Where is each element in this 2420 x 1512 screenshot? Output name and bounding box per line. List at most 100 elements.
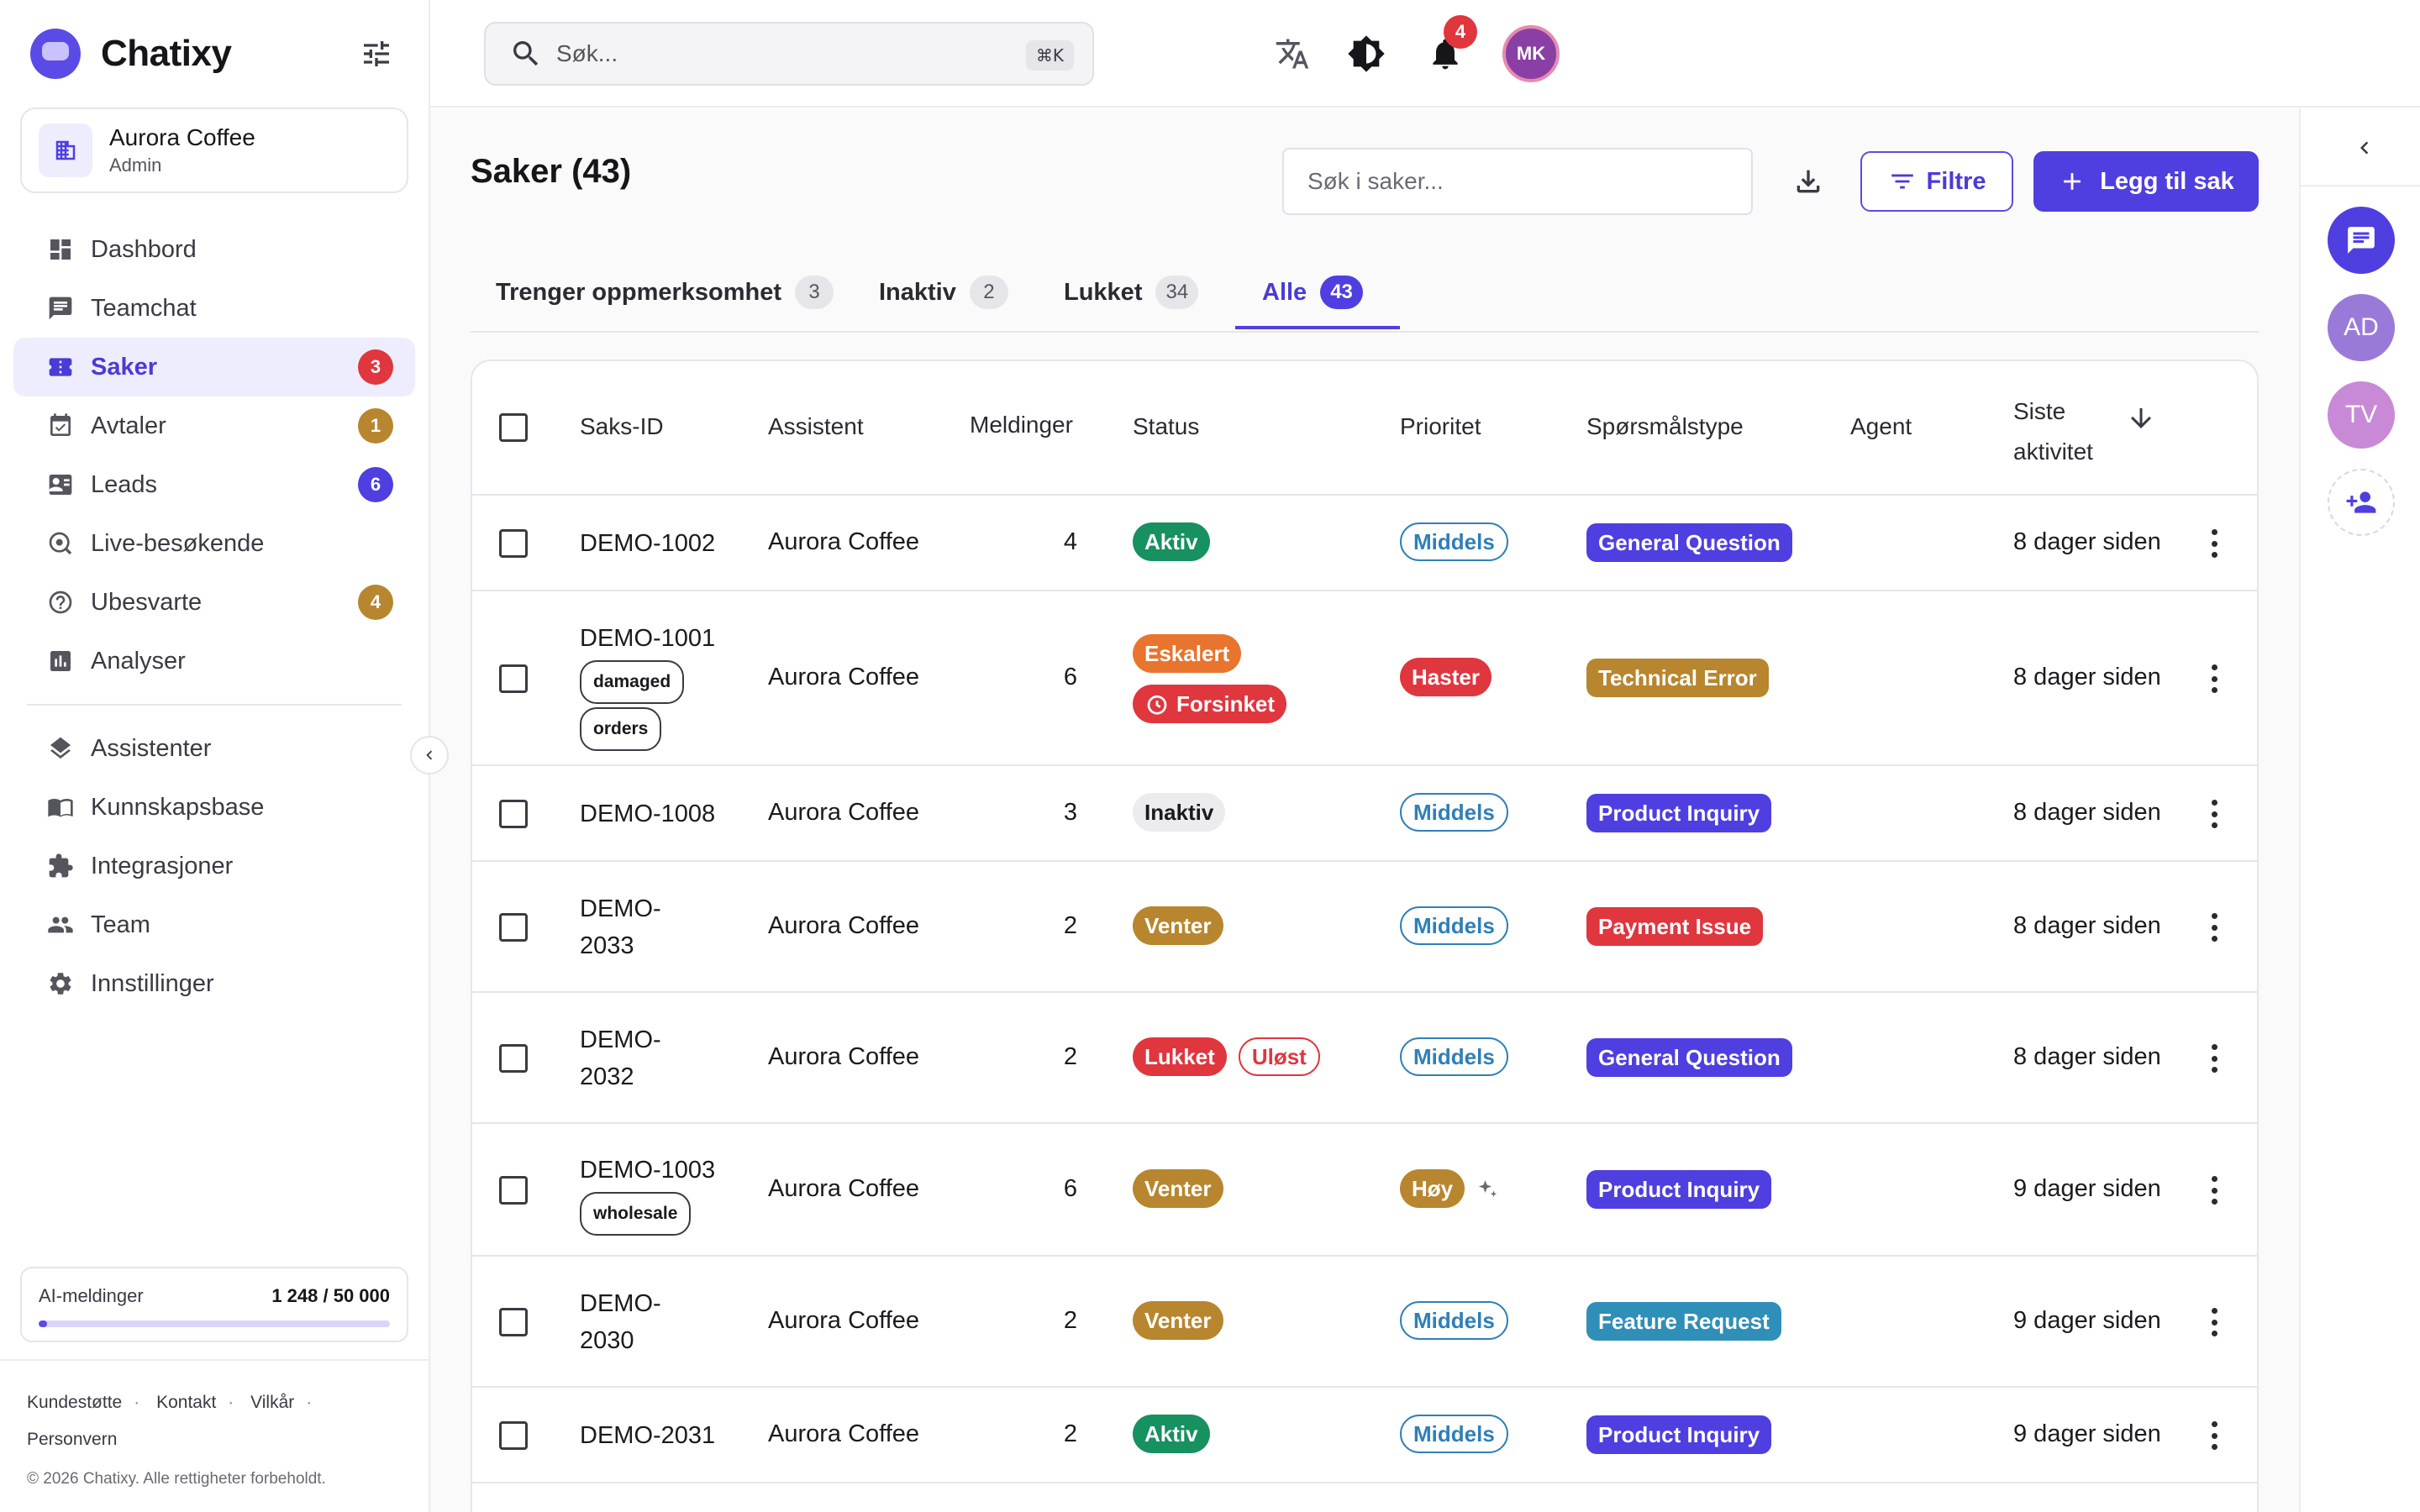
column-header-priority[interactable]: Prioritet — [1400, 413, 1481, 440]
sidebar-item-integrasjoner[interactable]: Integrasjoner — [13, 837, 415, 895]
column-header-activity[interactable]: Siste aktivitet — [2013, 391, 2093, 472]
sidebar-item-avtaler[interactable]: Avtaler 1 — [13, 396, 415, 455]
rail-collapse-icon[interactable] — [2349, 133, 2380, 163]
case-tag[interactable]: orders — [580, 707, 662, 751]
row-checkbox[interactable] — [499, 1176, 528, 1205]
case-id[interactable]: DEMO-1002 — [580, 525, 715, 562]
column-header-type[interactable]: Spørsmålstype — [1586, 413, 1744, 440]
status-cell: Eskalert Forsinket — [1133, 634, 1287, 735]
sidebar-item-dashbord[interactable]: Dashbord — [13, 220, 415, 279]
table-row[interactable]: DEMO-1008 Aurora Coffee 3 Inaktiv Middels Pro… — [472, 766, 2257, 862]
sidebar-item-assistenter[interactable]: Assistenter — [13, 719, 415, 778]
row-checkbox[interactable] — [499, 913, 528, 942]
tab-alle[interactable]: Alle 43 — [1262, 254, 1363, 331]
column-header-assistant[interactable]: Assistent — [768, 413, 864, 440]
case-id[interactable]: DEMO-1008 — [580, 795, 715, 832]
case-id[interactable]: DEMO-1001 damaged orders — [580, 620, 715, 751]
row-more-options-icon[interactable] — [2210, 664, 2218, 693]
rail-chat-button[interactable] — [2328, 207, 2395, 274]
sidebar-badge: 4 — [358, 585, 393, 620]
filter-button[interactable]: Filtre — [1860, 151, 2013, 212]
footer-link-vilkar[interactable]: Vilkår — [250, 1393, 294, 1412]
case-tag[interactable]: wholesale — [580, 1192, 692, 1236]
org-switcher[interactable]: Aurora Coffee Admin — [20, 108, 408, 193]
case-id[interactable]: DEMO- 2033 — [580, 890, 661, 964]
theme-toggle-icon[interactable] — [1346, 34, 1386, 74]
assistant-name: Aurora Coffee — [768, 912, 920, 939]
tab-label: Inaktiv — [879, 278, 956, 306]
footer-link-kundestotte[interactable]: Kundestøtte — [27, 1393, 122, 1412]
case-id[interactable]: DEMO- 2030 — [580, 1285, 661, 1359]
question-type-badge: Technical Error — [1586, 659, 1769, 697]
row-more-options-icon[interactable] — [2210, 1308, 2218, 1336]
sidebar-item-label: Dashbord — [91, 235, 197, 263]
translate-icon[interactable] — [1272, 34, 1313, 74]
sidebar-item-leads[interactable]: Leads 6 — [13, 455, 415, 514]
column-header-id[interactable]: Saks-ID — [580, 413, 664, 440]
table-row[interactable]: DEMO-1003 wholesale Aurora Coffee 6 Venter Hø… — [472, 1124, 2257, 1257]
sidebar-item-live-visitors[interactable]: Live-besøkende — [13, 514, 415, 573]
download-icon[interactable] — [1788, 161, 1828, 202]
table-row[interactable]: DEMO-1002 Aurora Coffee 4 Aktiv Middels Gener… — [472, 496, 2257, 591]
tab-label: Lukket — [1064, 278, 1143, 306]
row-more-options-icon[interactable] — [2210, 913, 2218, 942]
sidebar-item-innstillinger[interactable]: Innstillinger — [13, 954, 415, 1013]
case-id[interactable]: DEMO-1003 wholesale — [580, 1152, 715, 1236]
sidebar-item-kunnskapsbase[interactable]: Kunnskapsbase — [13, 778, 415, 837]
row-more-options-icon[interactable] — [2210, 1421, 2218, 1450]
row-more-options-icon[interactable] — [2210, 1176, 2218, 1205]
sidebar-item-analyser[interactable]: Analyser — [13, 632, 415, 690]
case-id[interactable]: DEMO- 2032 — [580, 1021, 661, 1095]
row-checkbox[interactable] — [499, 664, 528, 693]
sidebar-item-label: Team — [91, 911, 150, 938]
tab-lukket[interactable]: Lukket 34 — [1064, 254, 1199, 331]
message-count: 6 — [1063, 664, 1077, 690]
row-checkbox[interactable] — [499, 1044, 528, 1073]
sidebar-collapse-button[interactable] — [410, 736, 449, 774]
sidebar-item-team[interactable]: Team — [13, 895, 415, 954]
question-type-badge: General Question — [1586, 1038, 1792, 1077]
global-search-input[interactable]: Søk... ⌘K — [484, 22, 1094, 86]
footer-link-kontakt[interactable]: Kontakt — [156, 1393, 216, 1412]
status-badge: Venter — [1133, 1301, 1223, 1340]
user-avatar[interactable]: MK — [1502, 25, 1560, 82]
sidebar-item-teamchat[interactable]: Teamchat — [13, 279, 415, 338]
sidebar-item-saker[interactable]: Saker 3 — [13, 338, 415, 396]
case-id[interactable]: DEMO-2031 — [580, 1417, 715, 1454]
row-checkbox[interactable] — [499, 1421, 528, 1450]
add-member-button[interactable] — [2328, 469, 2395, 536]
tab-inaktiv[interactable]: Inaktiv 2 — [879, 254, 1008, 331]
table-row[interactable]: DEMO- 2032 Aurora Coffee 2 Lukket Uløst Middel… — [472, 993, 2257, 1124]
select-all-checkbox[interactable] — [499, 413, 528, 442]
table-row[interactable]: DEMO-1001 damaged orders Aurora Coffee 6 Eska… — [472, 591, 2257, 766]
sidebar-item-label: Leads — [91, 470, 158, 498]
question-icon — [45, 587, 76, 617]
case-search-input[interactable]: Søk i saker... — [1282, 148, 1753, 215]
row-more-options-icon[interactable] — [2210, 1044, 2218, 1073]
table-row[interactable]: DEMO-2031 Aurora Coffee 2 Aktiv Middels Produ… — [472, 1388, 2257, 1483]
tab-trenger-oppmerksomhet[interactable]: Trenger oppmerksomhet 3 — [496, 254, 834, 331]
sidebar-badge: 1 — [358, 408, 393, 444]
assistant-name: Aurora Coffee — [768, 1420, 920, 1447]
table-row[interactable]: DEMO- 2033 Aurora Coffee 2 Venter Middels Paym… — [472, 862, 2257, 993]
case-tag[interactable]: damaged — [580, 660, 685, 704]
sort-arrow-down-icon[interactable] — [2126, 403, 2156, 433]
table-row[interactable]: DEMO- 2030 Aurora Coffee 2 Venter Middels Feat… — [472, 1257, 2257, 1388]
row-checkbox[interactable] — [499, 800, 528, 828]
row-more-options-icon[interactable] — [2210, 800, 2218, 828]
footer-link-personvern[interactable]: Personvern — [27, 1430, 117, 1449]
assistant-name: Aurora Coffee — [768, 528, 920, 555]
notification-count-badge: 4 — [1444, 15, 1477, 49]
row-checkbox[interactable] — [499, 529, 528, 558]
brand[interactable]: Chatixy — [30, 27, 232, 81]
sidebar-item-ubesvarte[interactable]: Ubesvarte 4 — [13, 573, 415, 632]
row-more-options-icon[interactable] — [2210, 529, 2218, 558]
rail-avatar[interactable]: TV — [2328, 381, 2395, 449]
rail-avatar[interactable]: AD — [2328, 294, 2395, 361]
column-header-agent[interactable]: Agent — [1850, 413, 1912, 440]
add-case-button[interactable]: Legg til sak — [2033, 151, 2259, 212]
row-checkbox[interactable] — [499, 1308, 528, 1336]
column-header-messages[interactable]: Meldinger — [970, 412, 1073, 438]
column-header-status[interactable]: Status — [1133, 413, 1199, 440]
tune-settings-icon[interactable] — [360, 37, 393, 71]
